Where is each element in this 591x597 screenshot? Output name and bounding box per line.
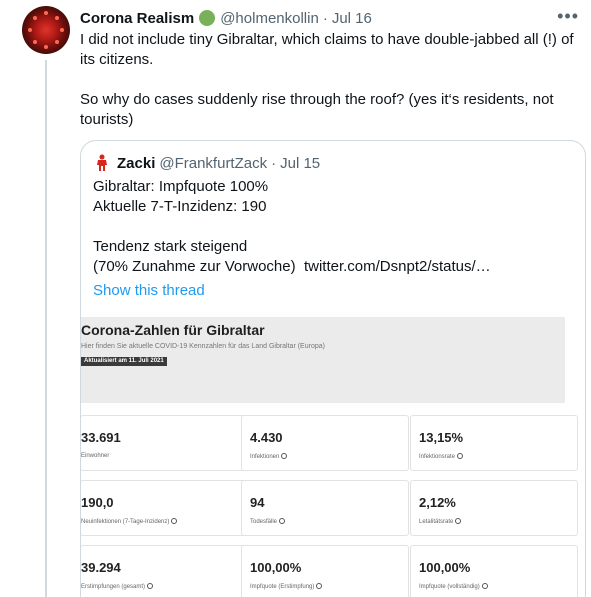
stat-label: Letalitätsrate: [419, 518, 462, 525]
stat-value: 4.430: [250, 430, 283, 445]
quote-separator-dot: ·: [271, 154, 277, 172]
author-handle[interactable]: @holmenkollin: [220, 10, 319, 27]
info-icon: [171, 518, 178, 524]
thread-line: [45, 60, 47, 597]
tweet-text: I did not include tiny Gibraltar, which …: [80, 30, 580, 130]
quote-link[interactable]: twitter.com/Dsnpt2/status/…: [304, 258, 491, 275]
stat-card-deaths: 94 Todesfälle: [241, 480, 409, 536]
stat-label: Infektionen: [250, 453, 288, 460]
stat-card-infections: 4.430 Infektionen: [241, 415, 409, 471]
tweet-header: Corona Realism @holmenkollin · Jul 16: [80, 8, 372, 28]
quoted-tweet[interactable]: Zacki @FrankfurtZack · Jul 15 Gibraltar:…: [80, 140, 586, 597]
tweet-paragraph-1: I did not include tiny Gibraltar, which …: [80, 31, 574, 68]
stat-value: 94: [250, 495, 265, 510]
green-circle-icon: [199, 10, 216, 26]
quote-line-4-text: (70% Zunahme zur Vorwoche): [93, 258, 296, 275]
quote-header: Zacki @FrankfurtZack · Jul 15: [93, 153, 320, 173]
image-subtitle: Hier finden Sie aktuelle COVID-19 Kennza…: [81, 343, 325, 350]
tweet-paragraph-2: So why do cases suddenly rise through th…: [80, 91, 554, 128]
stat-value: 190,0: [81, 495, 114, 510]
tweet[interactable]: Corona Realism @holmenkollin · Jul 16 ••…: [0, 0, 591, 597]
info-icon: [455, 518, 462, 524]
quote-line-2: Aktuelle 7-T-Inzidenz: 190: [93, 198, 267, 215]
tweet-date[interactable]: Jul 16: [332, 10, 372, 27]
stat-label: Impfquote (Erstimpfung): [250, 583, 323, 590]
more-icon[interactable]: •••: [557, 6, 579, 27]
show-thread-link[interactable]: Show this thread: [93, 282, 205, 299]
quote-line-4: (70% Zunahme zur Vorwoche) twitter.com/D…: [93, 257, 573, 277]
info-icon: [457, 453, 464, 459]
stat-card-infection-rate: 13,15% Infektionsrate: [410, 415, 578, 471]
quote-author-name[interactable]: Zacki: [117, 155, 155, 172]
quote-date[interactable]: Jul 15: [280, 155, 320, 172]
stat-value: 39.294: [81, 560, 121, 575]
stat-label: Einwohner: [81, 453, 110, 459]
stat-label: Todesfälle: [250, 518, 286, 525]
stat-card-first-dose-rate: 100,00% Impfquote (Erstimpfung): [241, 545, 409, 597]
stat-label: Neuinfektionen (7-Tage-Inzidenz): [81, 518, 178, 525]
image-updated-tag: Aktualisiert am 11. Juli 2021: [81, 357, 167, 366]
stat-value: 2,12%: [419, 495, 456, 510]
stat-value: 100,00%: [419, 560, 471, 575]
stat-label: Infektionsrate: [419, 453, 464, 460]
quote-text: Gibraltar: Impfquote 100% Aktuelle 7-T-I…: [93, 177, 573, 277]
author-name[interactable]: Corona Realism: [80, 10, 194, 27]
stat-card-first-vaccinations: 39.294 Erstimpfungen (gesamt): [81, 545, 248, 597]
quote-line-1: Gibraltar: Impfquote 100%: [93, 178, 269, 195]
image-title: Corona-Zahlen für Gibraltar: [81, 322, 265, 338]
quote-image[interactable]: Corona-Zahlen für Gibraltar Hier finden …: [81, 317, 585, 597]
quote-author-handle[interactable]: @FrankfurtZack: [159, 155, 267, 172]
stat-value: 13,15%: [419, 430, 464, 445]
stat-label: Erstimpfungen (gesamt): [81, 583, 154, 590]
info-icon: [281, 453, 288, 459]
stat-value: 33.691: [81, 430, 121, 445]
image-banner: Corona-Zahlen für Gibraltar Hier finden …: [81, 317, 565, 403]
red-figure-icon[interactable]: [93, 154, 111, 172]
stat-card-lethality: 2,12% Letalitätsrate: [410, 480, 578, 536]
stat-card-population: 33.691 Einwohner: [81, 415, 248, 471]
info-icon: [481, 583, 488, 589]
stat-card-full-vaccination-rate: 100,00% Impfquote (vollständig): [410, 545, 578, 597]
info-icon: [147, 583, 154, 589]
stat-value: 100,00%: [250, 560, 302, 575]
separator-dot: ·: [322, 9, 328, 27]
info-icon: [316, 583, 323, 589]
info-icon: [279, 518, 286, 524]
stat-card-incidence: 190,0 Neuinfektionen (7-Tage-Inzidenz): [81, 480, 248, 536]
quote-line-3: Tendenz stark steigend: [93, 238, 248, 255]
author-avatar[interactable]: [22, 6, 70, 54]
stat-label: Impfquote (vollständig): [419, 583, 488, 590]
